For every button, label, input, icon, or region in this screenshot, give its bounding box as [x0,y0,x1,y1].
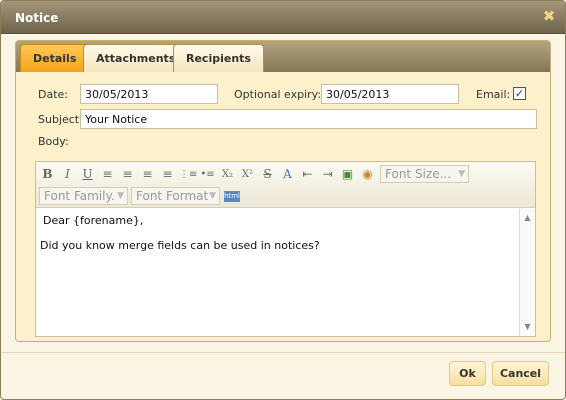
ordered-list-icon[interactable]: ⋮≡ [179,166,197,183]
notice-dialog: Notice ✖ Details Attachments Recipients … [0,0,566,400]
tab-details[interactable]: Details [20,44,90,72]
dialog-title: Notice [15,11,59,25]
insert-image-icon[interactable]: ▣ [339,166,356,183]
email-label: Email: [476,88,511,101]
subject-label: Subject [38,113,80,126]
scroll-up-icon[interactable]: ▲ [520,211,535,225]
chevron-down-icon: ▼ [209,191,216,201]
editor-toolbar: B I U ≡ ≡ ≡ ≡ ⋮≡ •≡ X₂ X² S A ⇤ ⇥ ▣ ◉ Fo… [36,162,535,208]
font-size-select[interactable]: Font Size... ▼ [380,165,469,183]
align-right-icon[interactable]: ≡ [139,166,156,183]
expiry-field[interactable] [321,84,459,104]
align-center-icon[interactable]: ≡ [119,166,136,183]
color-palette-icon[interactable]: ◉ [359,166,376,183]
date-label: Date: [38,88,68,101]
bold-icon[interactable]: B [39,166,56,183]
content-line: Did you know merge fields can be used in… [40,239,320,252]
outdent-icon[interactable]: ⇤ [299,166,316,183]
close-icon[interactable]: ✖ [541,8,557,24]
expiry-label: Optional expiry: [234,88,322,101]
superscript-icon[interactable]: X² [239,166,256,183]
subject-field[interactable] [80,109,537,129]
italic-icon[interactable]: I [59,166,76,183]
font-family-select[interactable]: Font Family. ▼ [39,187,128,205]
font-format-select[interactable]: Font Format ▼ [131,187,220,205]
body-label: Body: [38,135,69,148]
footer-divider [1,352,565,353]
align-left-icon[interactable]: ≡ [99,166,116,183]
email-checkbox[interactable]: ✓ [513,87,526,100]
font-size-value: Font Size... [385,167,452,181]
dialog-titlebar[interactable]: Notice ✖ [1,1,565,34]
tab-recipients[interactable]: Recipients [173,44,264,72]
editor-content[interactable]: Dear {forename}, Did you know merge fiel… [40,214,510,264]
strikethrough-icon[interactable]: S [259,166,276,183]
content-line: Dear {forename}, [43,214,144,227]
align-justify-icon[interactable]: ≡ [159,166,176,183]
subscript-icon[interactable]: X₂ [219,166,236,183]
cancel-button[interactable]: Cancel [492,361,549,386]
editor-scrollbar[interactable]: ▲ ▼ [519,209,535,336]
chevron-down-icon: ▼ [117,191,124,201]
tab-container: Details Attachments Recipients Date: Opt… [15,40,551,342]
font-format-value: Font Format [136,189,209,203]
ok-button[interactable]: Ok [449,361,486,386]
tab-strip: Details Attachments Recipients [16,41,550,72]
underline-icon[interactable]: U [79,166,96,183]
rich-text-editor: B I U ≡ ≡ ≡ ≡ ⋮≡ •≡ X₂ X² S A ⇤ ⇥ ▣ ◉ Fo… [35,161,536,337]
scroll-down-icon[interactable]: ▼ [520,320,535,334]
clear-format-icon[interactable]: A [279,166,296,183]
html-view-icon[interactable]: html [224,191,240,202]
font-family-value: Font Family. [44,189,115,203]
indent-icon[interactable]: ⇥ [319,166,336,183]
date-field[interactable] [80,84,218,104]
chevron-down-icon: ▼ [458,169,465,179]
unordered-list-icon[interactable]: •≡ [199,166,216,183]
